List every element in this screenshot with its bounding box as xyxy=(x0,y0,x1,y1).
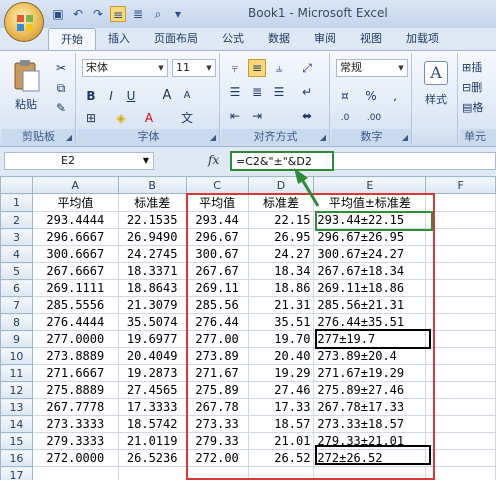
office-logo-icon xyxy=(17,15,33,31)
green-arrow-icon xyxy=(294,168,320,207)
office-button[interactable] xyxy=(4,2,44,42)
